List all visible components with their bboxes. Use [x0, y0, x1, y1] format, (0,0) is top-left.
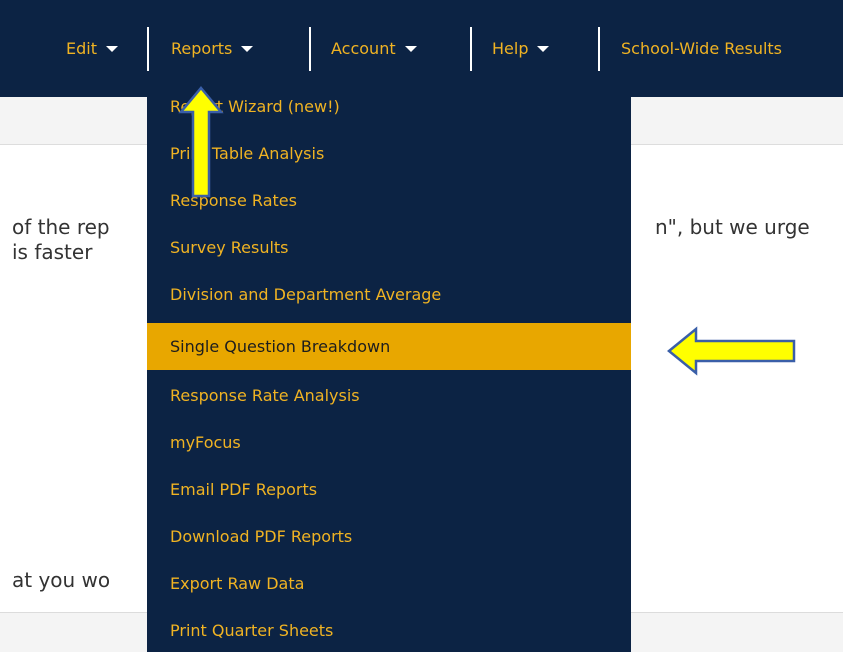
menu-item-response-rate-analysis[interactable]: Response Rate Analysis: [147, 372, 631, 419]
caret-down-icon: [105, 45, 118, 52]
yellow-left-arrow-icon: [667, 326, 796, 376]
menu-item-download-pdf-reports[interactable]: Download PDF Reports: [147, 513, 631, 560]
nav-separator: [598, 27, 600, 71]
nav-edit[interactable]: Edit: [66, 38, 118, 60]
reports-dropdown-menu: Report Wizard (new!) Print Table Analysi…: [147, 83, 631, 652]
nav-help-label: Help: [492, 39, 529, 58]
nav-separator: [470, 27, 472, 71]
nav-reports-label: Reports: [171, 39, 233, 58]
nav-school-wide-results[interactable]: School-Wide Results: [621, 38, 782, 60]
menu-item-print-table-analysis[interactable]: Print Table Analysis: [147, 130, 631, 177]
menu-item-export-raw-data[interactable]: Export Raw Data: [147, 560, 631, 607]
menu-item-email-pdf-reports[interactable]: Email PDF Reports: [147, 466, 631, 513]
nav-school-wide-results-label: School-Wide Results: [621, 39, 783, 58]
caret-down-icon: [241, 45, 254, 52]
page-text-line-1-left: of the rep: [12, 215, 110, 239]
menu-item-survey-results[interactable]: Survey Results: [147, 224, 631, 271]
caret-down-icon: [537, 45, 550, 52]
caret-down-icon: [404, 45, 417, 52]
menu-item-report-wizard[interactable]: Report Wizard (new!): [147, 83, 631, 130]
nav-help[interactable]: Help: [492, 38, 550, 60]
menu-item-response-rates[interactable]: Response Rates: [147, 177, 631, 224]
page-text-line-1-right: n", but we urge: [655, 215, 810, 239]
page-text-line-2: is faster: [12, 240, 93, 264]
menu-item-division-department-average[interactable]: Division and Department Average: [147, 271, 631, 318]
nav-account-label: Account: [331, 39, 396, 58]
nav-edit-label: Edit: [66, 39, 97, 58]
nav-separator: [309, 27, 311, 71]
menu-item-print-quarter-sheets[interactable]: Print Quarter Sheets: [147, 607, 631, 654]
page-text-line-3: at you wo: [12, 568, 111, 592]
menu-item-single-question-breakdown[interactable]: Single Question Breakdown: [147, 323, 631, 370]
nav-separator: [147, 27, 149, 71]
nav-account[interactable]: Account: [331, 38, 417, 60]
menu-item-myfocus[interactable]: myFocus: [147, 419, 631, 466]
nav-reports[interactable]: Reports: [171, 38, 254, 60]
